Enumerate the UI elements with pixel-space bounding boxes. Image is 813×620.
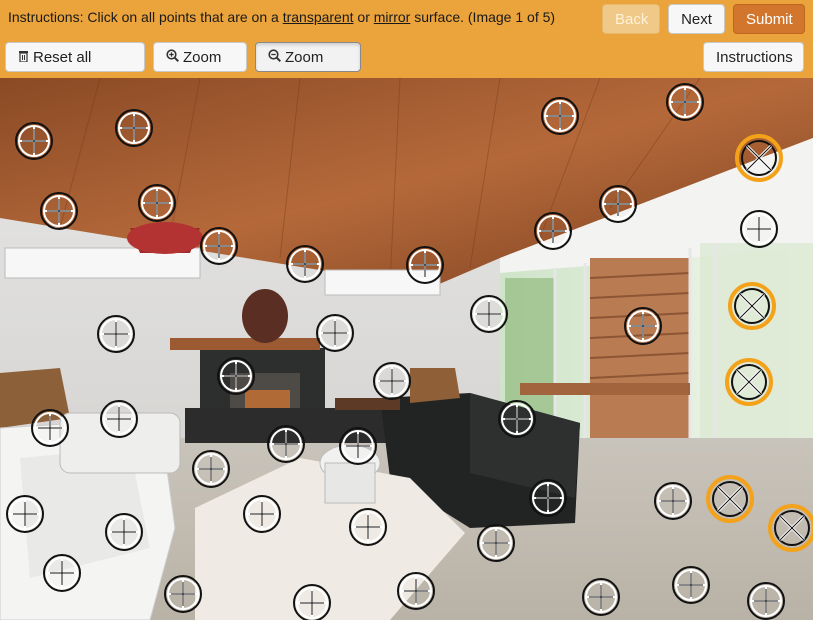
annotation-point[interactable]	[498, 400, 536, 438]
annotation-point[interactable]	[672, 566, 710, 604]
next-button[interactable]: Next	[668, 4, 725, 34]
annotation-point[interactable]	[339, 427, 377, 465]
annotation-point[interactable]	[243, 495, 281, 533]
annotation-point[interactable]	[192, 450, 230, 488]
keyword-transparent: transparent	[282, 9, 354, 25]
annotation-point[interactable]	[599, 185, 637, 223]
instructions-text: Instructions: Click on all points that a…	[8, 9, 556, 25]
instructions-button[interactable]: Instructions	[703, 42, 804, 72]
annotation-point[interactable]	[286, 245, 324, 283]
selected-annotation-point[interactable]	[735, 134, 783, 182]
annotation-point[interactable]	[40, 192, 78, 230]
annotation-point[interactable]	[6, 495, 44, 533]
zoom-in-icon	[166, 43, 180, 73]
annotation-point[interactable]	[15, 122, 53, 160]
annotation-point[interactable]	[373, 362, 411, 400]
annotation-point[interactable]	[43, 554, 81, 592]
trash-icon	[18, 43, 29, 73]
submit-button[interactable]: Submit	[733, 4, 805, 34]
annotation-point[interactable]	[349, 508, 387, 546]
annotation-point[interactable]	[293, 584, 331, 620]
toolbar: Instructions: Click on all points that a…	[0, 0, 813, 96]
annotation-point[interactable]	[624, 307, 662, 345]
annotation-point[interactable]	[740, 210, 778, 248]
annotation-point[interactable]	[397, 572, 435, 610]
selected-annotation-point[interactable]	[706, 475, 754, 523]
keyword-mirror: mirror	[373, 9, 411, 25]
annotation-point[interactable]	[138, 184, 176, 222]
photo-canvas[interactable]	[0, 78, 813, 620]
annotation-point[interactable]	[582, 578, 620, 616]
annotation-point[interactable]	[534, 212, 572, 250]
reset-points-button[interactable]: Reset all points	[5, 42, 145, 96]
annotation-point[interactable]	[529, 479, 567, 517]
annotation-point[interactable]	[100, 400, 138, 438]
annotation-point[interactable]	[477, 524, 515, 562]
selected-annotation-point[interactable]	[728, 282, 776, 330]
back-button[interactable]: Back	[602, 4, 660, 34]
annotation-point[interactable]	[406, 246, 444, 284]
selected-annotation-point[interactable]	[768, 504, 813, 552]
annotation-point[interactable]	[267, 425, 305, 463]
annotation-point[interactable]	[105, 513, 143, 551]
annotation-point[interactable]	[97, 315, 135, 353]
annotation-point[interactable]	[316, 314, 354, 352]
annotation-point[interactable]	[200, 227, 238, 265]
annotation-point[interactable]	[654, 482, 692, 520]
selected-annotation-point[interactable]	[725, 358, 773, 406]
zoom-out-button[interactable]: Zoom out	[255, 42, 361, 96]
annotation-point[interactable]	[115, 109, 153, 147]
annotation-point[interactable]	[666, 83, 704, 121]
annotation-point[interactable]	[541, 97, 579, 135]
annotation-point[interactable]	[164, 575, 202, 613]
annotation-point[interactable]	[747, 582, 785, 620]
annotation-point[interactable]	[217, 357, 255, 395]
annotation-point[interactable]	[31, 409, 69, 447]
zoom-in-button[interactable]: Zoom in	[153, 42, 247, 96]
zoom-out-icon	[268, 43, 282, 73]
annotation-point[interactable]	[470, 295, 508, 333]
